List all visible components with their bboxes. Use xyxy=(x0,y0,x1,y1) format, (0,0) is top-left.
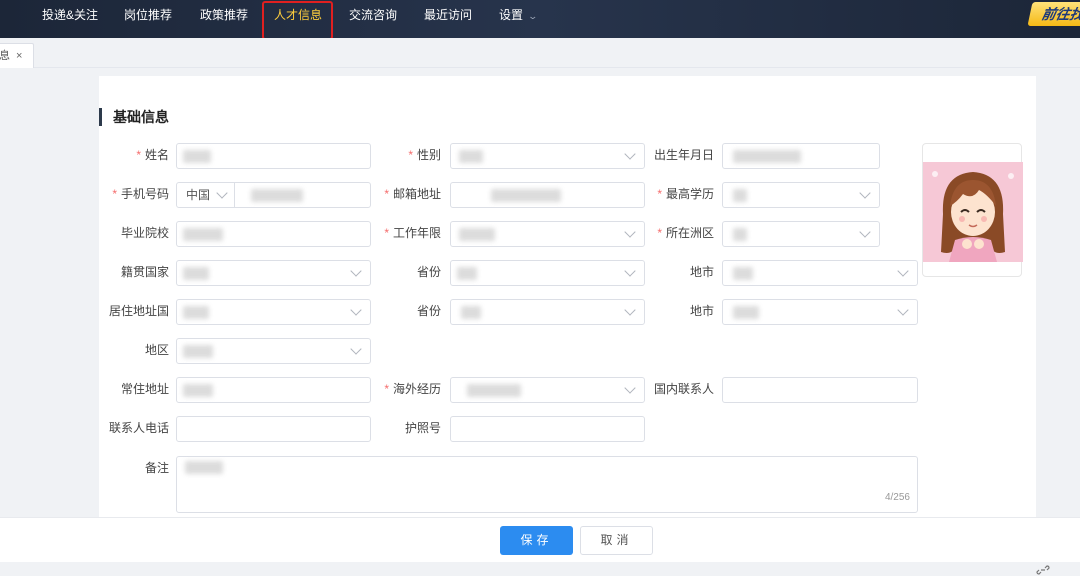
contact-phone-input[interactable] xyxy=(176,416,371,442)
residence-country-label: 居住地址国 xyxy=(108,304,169,318)
email-label: * 邮箱地址 xyxy=(384,187,441,201)
education-label: * 最高学历 xyxy=(657,187,714,201)
goto-button[interactable]: 前往找 xyxy=(1027,2,1080,26)
native-city-label: 地市 xyxy=(689,265,714,279)
link-icon[interactable] xyxy=(1036,565,1050,575)
nav-item-recent[interactable]: 最近访问 xyxy=(424,7,472,23)
continent-label: * 所在洲区 xyxy=(657,226,714,240)
school-input[interactable] xyxy=(176,221,371,247)
gender-label: * 性别 xyxy=(408,148,441,162)
chevron-down-icon xyxy=(350,265,362,277)
section-title: 基础信息 xyxy=(99,108,169,126)
form-footer: 保存 取消 xyxy=(0,517,1080,562)
remark-label: 备注 xyxy=(144,461,169,475)
cancel-button[interactable]: 取消 xyxy=(580,526,653,555)
chevron-down-icon: ⌄ xyxy=(527,11,539,21)
native-province-select[interactable] xyxy=(450,260,645,286)
overseas-label: * 海外经历 xyxy=(384,382,441,396)
birth-label: 出生年月日 xyxy=(653,148,714,162)
char-counter: 4/256 xyxy=(884,492,910,503)
permanent-address-input[interactable] xyxy=(176,377,371,403)
name-input[interactable] xyxy=(176,143,371,169)
native-city-select[interactable] xyxy=(722,260,918,286)
chevron-down-icon xyxy=(350,343,362,355)
phone-label: * 手机号码 xyxy=(112,187,169,201)
remark-textarea[interactable]: 4/256 xyxy=(176,456,918,513)
chevron-down-icon xyxy=(624,265,636,277)
email-input[interactable] xyxy=(450,182,645,208)
work-years-select[interactable] xyxy=(450,221,645,247)
nav-item-consult[interactable]: 交流咨询 xyxy=(349,7,397,23)
bottom-strip xyxy=(0,562,1080,576)
residence-city-select[interactable] xyxy=(722,299,918,325)
overseas-select[interactable] xyxy=(450,377,645,403)
chevron-down-icon xyxy=(624,304,636,316)
work-years-label: * 工作年限 xyxy=(384,226,441,240)
residence-country-select[interactable] xyxy=(176,299,371,325)
country-code-select[interactable]: 中国 xyxy=(177,183,235,207)
native-country-label: 籍贯国家 xyxy=(120,265,169,279)
close-icon[interactable]: × xyxy=(16,50,22,62)
chevron-down-icon xyxy=(897,304,909,316)
main-card: 基础信息 * 姓名 * 性别 出生年月日 * 手机号码 中国 * 邮箱地址 * 最高学历 … xyxy=(99,76,1036,521)
chevron-down-icon xyxy=(216,187,228,199)
name-label: * 姓名 xyxy=(136,148,169,162)
tab-talent-info[interactable]: 息 × xyxy=(0,43,34,68)
permanent-address-label: 常住地址 xyxy=(120,382,169,396)
nav-item-settings[interactable]: 设置 ⌄ xyxy=(499,7,539,24)
residence-province-label: 省份 xyxy=(416,304,441,318)
nav-item-policy-recommend[interactable]: 政策推荐 xyxy=(200,7,248,23)
tab-bar: 息 × xyxy=(0,38,1080,68)
education-select[interactable] xyxy=(722,182,880,208)
save-button[interactable]: 保存 xyxy=(500,526,573,555)
chevron-down-icon xyxy=(859,226,871,238)
residence-city-label: 地市 xyxy=(689,304,714,318)
native-province-label: 省份 xyxy=(416,265,441,279)
avatar[interactable] xyxy=(922,143,1023,277)
chevron-down-icon xyxy=(624,148,636,160)
passport-label: 护照号 xyxy=(404,421,441,435)
residence-province-select[interactable] xyxy=(450,299,645,325)
chevron-down-icon xyxy=(897,265,909,277)
gender-select[interactable] xyxy=(450,143,645,169)
continent-select[interactable] xyxy=(722,221,880,247)
domestic-contact-label: 国内联系人 xyxy=(653,382,714,396)
chevron-down-icon xyxy=(859,187,871,199)
chevron-down-icon xyxy=(624,226,636,238)
native-country-select[interactable] xyxy=(176,260,371,286)
district-select[interactable] xyxy=(176,338,371,364)
avatar-illustration xyxy=(923,162,1023,262)
nav-item-applications[interactable]: 投递&关注 xyxy=(42,7,98,23)
passport-input[interactable] xyxy=(450,416,645,442)
birth-input[interactable] xyxy=(722,143,880,169)
tab-label: 息 xyxy=(0,50,10,62)
contact-phone-label: 联系人电话 xyxy=(108,421,169,435)
nav-settings-label: 设置 xyxy=(499,8,524,22)
district-label: 地区 xyxy=(144,343,169,357)
active-nav-highlight xyxy=(262,1,333,40)
school-label: 毕业院校 xyxy=(120,226,169,240)
phone-input[interactable]: 中国 xyxy=(176,182,371,208)
top-nav: 投递&关注 岗位推荐 政策推荐 人才信息 交流咨询 最近访问 设置 ⌄ 前往找 xyxy=(0,0,1080,40)
chevron-down-icon xyxy=(350,304,362,316)
nav-item-job-recommend[interactable]: 岗位推荐 xyxy=(124,7,172,23)
chevron-down-icon xyxy=(624,382,636,394)
domestic-contact-input[interactable] xyxy=(722,377,918,403)
